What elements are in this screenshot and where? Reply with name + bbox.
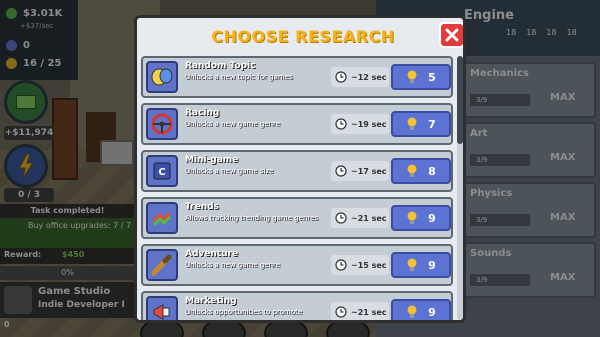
research-cost-button[interactable]: 9	[391, 252, 451, 278]
research-time-value: ~15 sec	[351, 260, 387, 270]
research-cost-button[interactable]: 8	[391, 158, 451, 184]
close-button[interactable]	[439, 22, 463, 48]
research-desc: Unlocks a new game genre	[185, 261, 281, 269]
research-time: ~19 sec	[331, 114, 389, 134]
clock-icon	[335, 212, 347, 224]
modal-title: CHOOSE RESEARCH	[211, 27, 395, 46]
research-desc: Unlocks a new game genre	[185, 120, 281, 128]
research-time: ~15 sec	[331, 255, 389, 275]
close-icon	[445, 28, 459, 42]
research-desc: Unlocks a new game size	[185, 167, 274, 175]
research-time-value: ~21 sec	[351, 213, 387, 223]
lightbulb-icon	[407, 164, 417, 177]
research-cost: 9	[428, 258, 436, 272]
steering-wheel-icon	[146, 108, 178, 140]
clock-icon	[335, 165, 347, 177]
research-cost: 9	[428, 211, 436, 225]
lightbulb-icon	[407, 305, 417, 318]
research-time: ~12 sec	[331, 67, 389, 87]
research-desc: Unlocks a new topic for games	[185, 73, 293, 81]
research-row[interactable]: Adventure Unlocks a new game genre ~15 s…	[141, 244, 453, 286]
research-cost-button[interactable]: 7	[391, 111, 451, 137]
research-time-value: ~21 sec	[351, 307, 387, 317]
research-desc: Unlocks opportunities to promote	[185, 308, 303, 316]
research-row[interactable]: Racing Unlocks a new game genre ~19 sec …	[141, 103, 453, 145]
clock-icon	[335, 306, 347, 318]
research-time: ~21 sec	[331, 208, 389, 228]
clock-icon	[335, 259, 347, 271]
research-time-value: ~12 sec	[351, 72, 387, 82]
research-time-value: ~17 sec	[351, 166, 387, 176]
research-time-value: ~19 sec	[351, 119, 387, 129]
clock-icon	[335, 71, 347, 83]
research-row[interactable]: Trends Allows tracking trending game gen…	[141, 197, 453, 239]
research-desc: Allows tracking trending game genres	[185, 214, 319, 222]
research-row[interactable]: Random Topic Unlocks a new topic for gam…	[141, 56, 453, 98]
research-cost-button[interactable]: 9	[391, 205, 451, 231]
lightbulb-icon	[407, 211, 417, 224]
research-list: Random Topic Unlocks a new topic for gam…	[141, 56, 453, 320]
lightbulb-icon	[407, 70, 417, 83]
cube-c-icon: C	[146, 155, 178, 187]
research-time: ~21 sec	[331, 302, 389, 320]
svg-text:C: C	[158, 167, 165, 178]
lightbulb-icon	[407, 258, 417, 271]
telescope-icon	[146, 249, 178, 281]
lightbulb-icon	[407, 117, 417, 130]
research-row[interactable]: C Mini-game Unlocks a new game size ~17 …	[141, 150, 453, 192]
research-scrollbar[interactable]	[457, 56, 463, 320]
research-time: ~17 sec	[331, 161, 389, 181]
research-cost: 9	[428, 305, 436, 319]
research-name: Mini-game	[185, 155, 239, 165]
research-cost-button[interactable]: 9	[391, 299, 451, 320]
research-cost: 8	[428, 164, 436, 178]
research-name: Adventure	[185, 249, 239, 259]
research-name: Random Topic	[185, 61, 256, 71]
research-row[interactable]: Marketing Unlocks opportunities to promo…	[141, 291, 453, 320]
research-cost: 5	[428, 70, 436, 84]
research-modal: CHOOSE RESEARCH Random Topic Unlocks a n…	[134, 15, 466, 323]
masks-icon	[146, 61, 178, 93]
research-name: Marketing	[185, 296, 237, 306]
research-name: Trends	[185, 202, 219, 212]
megaphone-icon	[146, 296, 178, 320]
research-cost: 7	[428, 117, 436, 131]
trend-arrows-icon	[146, 202, 178, 234]
clock-icon	[335, 118, 347, 130]
scroll-thumb[interactable]	[457, 56, 463, 144]
research-cost-button[interactable]: 5	[391, 64, 451, 90]
research-name: Racing	[185, 108, 220, 118]
